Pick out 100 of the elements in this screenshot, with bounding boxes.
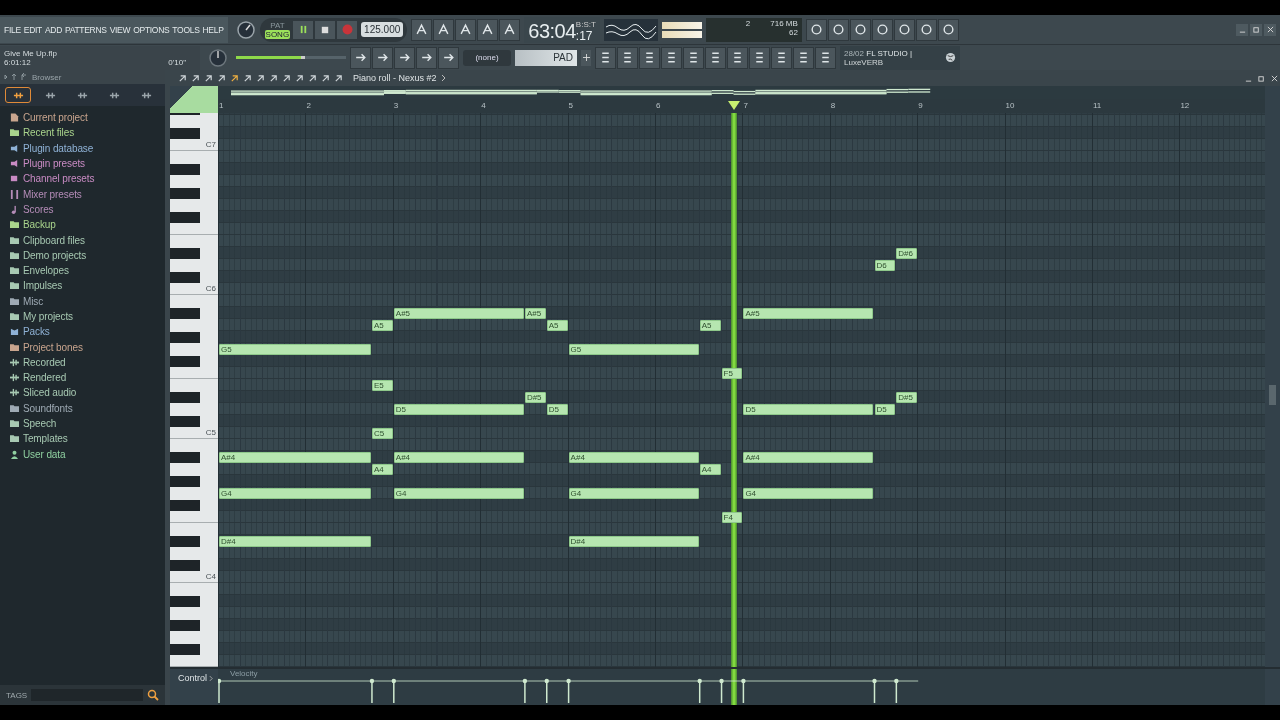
pat-song-toggle[interactable]: PAT SONG	[263, 19, 292, 40]
pattern-corner-tab[interactable]	[170, 86, 218, 113]
microphone-button[interactable]	[849, 18, 871, 41]
browser-item[interactable]: Scores	[10, 201, 165, 218]
note-block[interactable]: D5	[546, 403, 568, 415]
browser-item[interactable]: Project bones	[10, 339, 165, 355]
note-block[interactable]: A#5	[393, 307, 524, 319]
menu-item[interactable]: TOOLS	[172, 24, 200, 35]
arrow-right-button[interactable]	[372, 46, 393, 69]
keyboard-button[interactable]	[350, 46, 371, 69]
browser-tab[interactable]	[5, 87, 32, 103]
note-block[interactable]: A#5	[524, 307, 546, 319]
channel-dropdown[interactable]: (none)	[463, 49, 511, 66]
note-block[interactable]: D#5	[524, 391, 546, 403]
tree-button[interactable]	[683, 46, 704, 69]
browser-item[interactable]: Templates	[10, 431, 165, 447]
browser-item[interactable]: Envelopes	[10, 262, 165, 279]
note-block[interactable]: D5	[393, 403, 524, 415]
note-block[interactable]: D5	[874, 403, 896, 415]
browser-item[interactable]: Current project	[10, 110, 165, 126]
playlist-button[interactable]	[595, 46, 616, 69]
browser-item[interactable]: Speech	[10, 415, 165, 432]
browser-item[interactable]: User data	[10, 446, 165, 462]
menu-item[interactable]: EDIT	[23, 24, 42, 35]
keyboard-plus-button[interactable]	[477, 18, 499, 41]
browser-item[interactable]: Rendered	[10, 370, 165, 386]
export-button[interactable]	[915, 18, 937, 41]
browser-item[interactable]: Plugin presets	[10, 155, 165, 172]
time-ruler[interactable]: 1 2 3 4 5 6 7 8 9 10 11 12	[218, 99, 1265, 113]
browser-item[interactable]: Mixer presets	[10, 186, 165, 202]
cut-button[interactable]	[827, 18, 849, 41]
note-block[interactable]: G5	[568, 343, 699, 355]
note-block[interactable]: G4	[568, 487, 699, 499]
menu-item[interactable]: VIEW	[109, 24, 131, 35]
browser-item[interactable]: Channel presets	[10, 171, 165, 187]
hand-button[interactable]	[771, 46, 792, 69]
loop-record-button[interactable]	[499, 18, 521, 41]
chevron-right-icon[interactable]	[440, 74, 446, 82]
knob-icon[interactable]	[235, 19, 256, 40]
menu-item[interactable]: FILE	[4, 24, 21, 35]
link-button[interactable]	[416, 46, 437, 69]
pause-button[interactable]	[293, 20, 314, 39]
arc-button[interactable]	[411, 18, 433, 41]
note-block[interactable]: D6	[874, 259, 896, 271]
navigation-arrows-icon[interactable]	[4, 73, 28, 81]
download-button[interactable]	[793, 46, 814, 69]
note-block[interactable]: D#4	[219, 535, 371, 547]
browser-item[interactable]: Packs	[10, 324, 165, 340]
browser-item[interactable]: My projects	[10, 308, 165, 325]
menu-item[interactable]: PATTERNS	[65, 24, 107, 35]
step-sequencer-button[interactable]	[617, 46, 638, 69]
browser-item[interactable]: Demo projects	[10, 247, 165, 263]
plug-button[interactable]	[727, 46, 748, 69]
note-grid[interactable]: G5 A#4 G4 D#4 A5 E5 C5 A4 A#5 D5 A#4 G4 A#5 D#5 A5 D5 G5 A#4 G4 D#4 A5 A4 F5 F4 A#5 D5 A#4 G4 D6 D5 D#6 D#5	[218, 113, 1265, 667]
cart-button[interactable]	[815, 46, 836, 69]
note-block[interactable]: G5	[219, 343, 371, 355]
browser-item[interactable]: Misc	[10, 293, 165, 309]
person-pen-button[interactable]	[749, 46, 770, 69]
note-block[interactable]: F4	[721, 511, 743, 523]
note-block[interactable]: A5	[699, 319, 721, 331]
note-block[interactable]: A#5	[743, 307, 874, 319]
browser-item[interactable]: Impulses	[10, 278, 165, 294]
minimize-button[interactable]	[1236, 23, 1248, 36]
browser-item[interactable]: Plugin database	[10, 140, 165, 156]
tempo-display[interactable]: 125.000	[361, 22, 404, 37]
browser-item[interactable]: Soundfonts	[10, 400, 165, 416]
note-block[interactable]: A4	[699, 463, 721, 475]
menu-item[interactable]: HELP	[202, 24, 224, 35]
browser-item[interactable]: Sliced audio	[10, 385, 165, 401]
note-block[interactable]: D#4	[568, 535, 699, 547]
stop-button[interactable]	[315, 20, 336, 39]
note-block[interactable]: G4	[393, 487, 524, 499]
save-button[interactable]	[893, 18, 915, 41]
note-block[interactable]: C5	[371, 427, 393, 439]
menu-item[interactable]: ADD	[44, 24, 62, 35]
curve-button[interactable]	[394, 46, 415, 69]
note-block[interactable]: D5	[743, 403, 874, 415]
note-block[interactable]: A#4	[393, 451, 524, 463]
playhead-marker-icon[interactable]	[727, 101, 740, 110]
chevron-right-icon[interactable]	[209, 674, 213, 682]
list-button[interactable]	[639, 46, 660, 69]
chat-button[interactable]	[937, 18, 959, 41]
note-block[interactable]: G4	[219, 487, 371, 499]
globe-icon[interactable]	[945, 52, 956, 63]
browser-item[interactable]: Backup	[10, 217, 165, 233]
preset-field[interactable]: PAD	[515, 49, 577, 66]
browser-item[interactable]: Recent files	[10, 125, 165, 141]
metronome-button[interactable]	[433, 18, 455, 41]
note-block[interactable]: F5	[721, 367, 743, 379]
pages-button[interactable]	[705, 46, 726, 69]
restore-button[interactable]	[1250, 23, 1262, 36]
mixer-button[interactable]	[661, 46, 682, 69]
note-block[interactable]: D#6	[896, 247, 918, 259]
note-block[interactable]: A#4	[568, 451, 699, 463]
browser-item[interactable]: Recorded	[10, 354, 165, 371]
bell-button[interactable]	[438, 46, 459, 69]
add-button[interactable]	[581, 49, 591, 66]
note-block[interactable]: A5	[546, 319, 568, 331]
knob-icon[interactable]	[208, 47, 228, 68]
note-block[interactable]: A#4	[219, 451, 371, 463]
